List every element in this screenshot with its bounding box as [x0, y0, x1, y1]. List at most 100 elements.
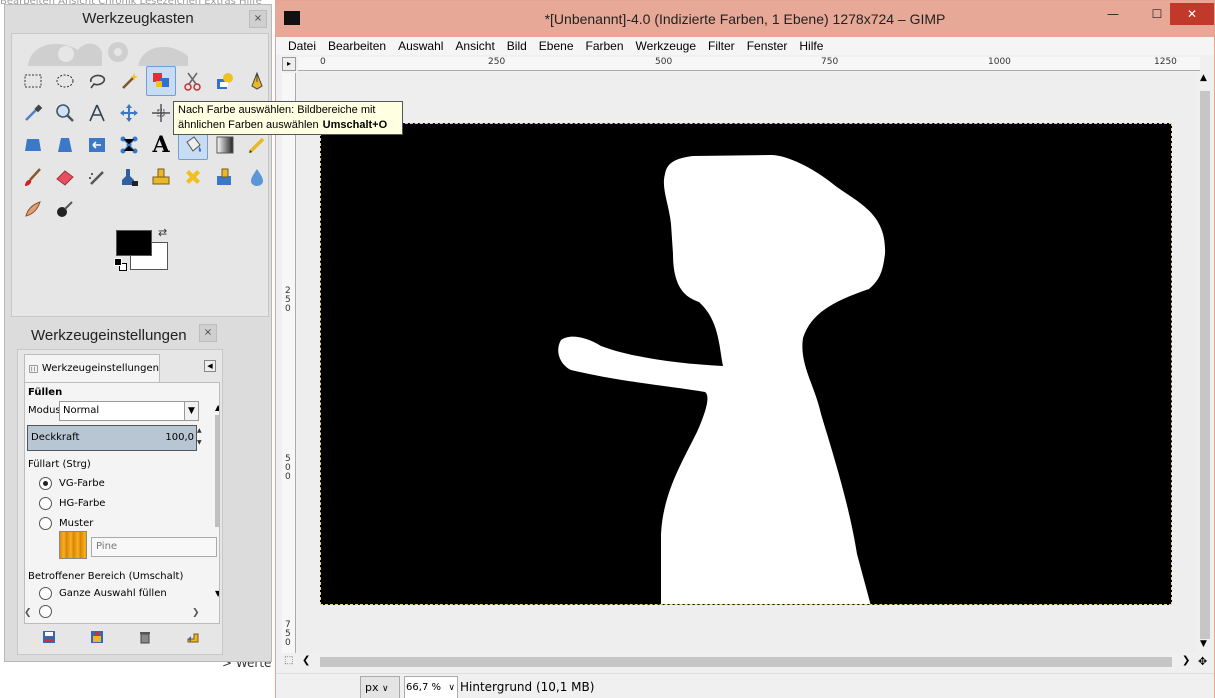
- mode-select[interactable]: Normal ▼: [59, 401, 199, 421]
- tool-options-hscroll[interactable]: ❮ ❯: [24, 608, 204, 622]
- tab-menu-arrow-icon[interactable]: ◀: [204, 360, 216, 372]
- navigate-icon[interactable]: ✥: [1198, 655, 1212, 669]
- move-tool-icon[interactable]: [114, 98, 144, 128]
- heal-tool-icon[interactable]: [178, 162, 208, 192]
- foreground-select-tool-icon[interactable]: [210, 66, 240, 96]
- opacity-slider[interactable]: Deckkraft 100,0: [27, 425, 197, 451]
- canvas-scroll-left-icon[interactable]: ❮: [302, 655, 310, 666]
- canvas-hscroll[interactable]: ❮ ❯: [298, 655, 1196, 669]
- canvas-scroll-down-icon[interactable]: ▼: [1200, 639, 1207, 649]
- ruler-h-label: 1000: [988, 57, 1011, 67]
- menu-auswahl[interactable]: Auswahl: [398, 37, 443, 55]
- perspective-clone-tool-icon[interactable]: [210, 162, 240, 192]
- radio-bg-color[interactable]: [39, 497, 52, 510]
- measure-tool-icon[interactable]: [82, 98, 112, 128]
- tool-options-tab[interactable]: Werkzeugeinstellungen: [24, 354, 160, 382]
- scale-tool-icon[interactable]: [82, 130, 112, 160]
- canvas-menu-arrow-icon[interactable]: ▸: [282, 57, 296, 71]
- opacity-value: 100,0: [165, 432, 194, 443]
- canvas-vscroll-thumb[interactable]: [1200, 91, 1210, 639]
- image-canvas[interactable]: [320, 123, 1172, 605]
- clone-tool-icon[interactable]: [146, 162, 176, 192]
- eraser-tool-icon[interactable]: [50, 162, 80, 192]
- color-picker-tool-icon[interactable]: [18, 98, 48, 128]
- canvas-scroll-up-icon[interactable]: ▲: [1200, 73, 1207, 83]
- radio-fg-color[interactable]: [39, 477, 52, 490]
- menu-ansicht[interactable]: Ansicht: [455, 37, 494, 55]
- canvas-vscroll[interactable]: ▲ ▼: [1198, 73, 1212, 653]
- text-tool-glyph: A: [152, 132, 170, 158]
- foreground-color-swatch[interactable]: [116, 230, 152, 256]
- unit-select[interactable]: px ∨: [360, 676, 400, 698]
- rect-select-tool-icon[interactable]: [18, 66, 48, 96]
- smudge-tool-icon[interactable]: [18, 194, 48, 224]
- menu-fenster[interactable]: Fenster: [747, 37, 788, 55]
- align-tool-icon[interactable]: [146, 98, 176, 128]
- paths-tool-icon[interactable]: [242, 66, 272, 96]
- airbrush-tool-icon[interactable]: [82, 162, 112, 192]
- rotate-tool-icon[interactable]: [50, 130, 80, 160]
- tool-options-close-button[interactable]: ×: [199, 324, 217, 342]
- ruler-h-label: 750: [821, 57, 839, 67]
- vertical-ruler[interactable]: 2 5 0 5 0 0 7 5 0: [282, 73, 296, 653]
- tool-options-vscroll-thumb[interactable]: [215, 415, 219, 527]
- window-titlebar[interactable]: *[Unbenannt]-4.0 (Indizierte Farben, 1 E…: [276, 1, 1214, 37]
- menu-hilfe[interactable]: Hilfe: [799, 37, 823, 55]
- text-tool-icon[interactable]: A: [146, 130, 176, 160]
- tool-options-footer: [28, 630, 214, 650]
- crop-tool-icon[interactable]: [18, 130, 48, 160]
- menu-datei[interactable]: Datei: [288, 37, 316, 55]
- scroll-right-icon[interactable]: ❯: [192, 608, 200, 618]
- blur-tool-icon[interactable]: [242, 162, 272, 192]
- toolbox-tools-panel: A ⇄: [11, 33, 269, 317]
- scissors-select-tool-icon[interactable]: [178, 66, 208, 96]
- menu-ebene[interactable]: Ebene: [539, 37, 574, 55]
- toolbox-close-button[interactable]: ×: [249, 10, 267, 28]
- status-bar: px ∨ 66,7 % ∨ Hintergrund (10,1 MB): [276, 673, 1214, 698]
- radio-fill-whole-selection[interactable]: [39, 587, 52, 600]
- select-by-color-tool-icon[interactable]: [146, 66, 176, 96]
- menu-filter[interactable]: Filter: [708, 37, 735, 55]
- zoom-select[interactable]: 66,7 % ∨: [404, 676, 458, 698]
- zoom-tool-icon[interactable]: [50, 98, 80, 128]
- free-select-tool-icon[interactable]: [82, 66, 112, 96]
- menu-werkzeuge[interactable]: Werkzeuge: [636, 37, 696, 55]
- minimize-button[interactable]: —: [1098, 3, 1128, 25]
- tool-options-vscroll[interactable]: ▲ ▼: [213, 403, 219, 603]
- menu-bearbeiten[interactable]: Bearbeiten: [328, 37, 386, 55]
- ellipse-select-tool-icon[interactable]: [50, 66, 80, 96]
- menu-farben[interactable]: Farben: [586, 37, 624, 55]
- radio-fg-color-label: VG-Farbe: [59, 478, 105, 489]
- delete-options-icon[interactable]: [138, 630, 154, 646]
- menu-bild[interactable]: Bild: [507, 37, 527, 55]
- shear-tool-icon[interactable]: [114, 130, 144, 160]
- tool-options-tab-label: Werkzeugeinstellungen: [41, 363, 159, 374]
- scroll-down-icon[interactable]: ▼: [215, 589, 219, 598]
- fuzzy-select-tool-icon[interactable]: [114, 66, 144, 96]
- maximize-button[interactable]: ☐: [1142, 3, 1172, 25]
- radio-pattern-label: Muster: [59, 518, 94, 529]
- save-options-icon[interactable]: [42, 630, 58, 646]
- canvas-area[interactable]: [298, 73, 1196, 653]
- pattern-name-field[interactable]: Pine: [91, 537, 217, 557]
- pattern-preview[interactable]: [59, 531, 87, 559]
- default-colors-fg-icon[interactable]: [114, 258, 122, 266]
- reset-options-icon[interactable]: [186, 630, 202, 646]
- ink-tool-icon[interactable]: [114, 162, 144, 192]
- restore-options-icon[interactable]: [90, 630, 106, 646]
- menu-bar: Datei Bearbeiten Auswahl Ansicht Bild Eb…: [276, 37, 1214, 55]
- mode-value: Normal: [63, 405, 100, 416]
- opacity-spin-icon[interactable]: ▲ ▼: [197, 425, 205, 451]
- scroll-up-icon[interactable]: ▲: [215, 403, 219, 412]
- radio-pattern[interactable]: [39, 517, 52, 530]
- paintbrush-tool-icon[interactable]: [18, 162, 48, 192]
- close-button[interactable]: ✕: [1170, 3, 1214, 25]
- color-swatches: ⇄: [114, 226, 172, 276]
- dodge-burn-tool-icon[interactable]: [50, 194, 80, 224]
- canvas-hscroll-thumb[interactable]: [320, 657, 1172, 667]
- canvas-scroll-right-icon[interactable]: ❯: [1182, 655, 1190, 666]
- horizontal-ruler[interactable]: 0 250 500 750 1000 1250: [298, 57, 1200, 71]
- scroll-left-icon[interactable]: ❮: [24, 608, 32, 618]
- swap-colors-icon[interactable]: ⇄: [158, 226, 167, 239]
- quick-mask-toggle-icon[interactable]: ⬚: [284, 655, 298, 669]
